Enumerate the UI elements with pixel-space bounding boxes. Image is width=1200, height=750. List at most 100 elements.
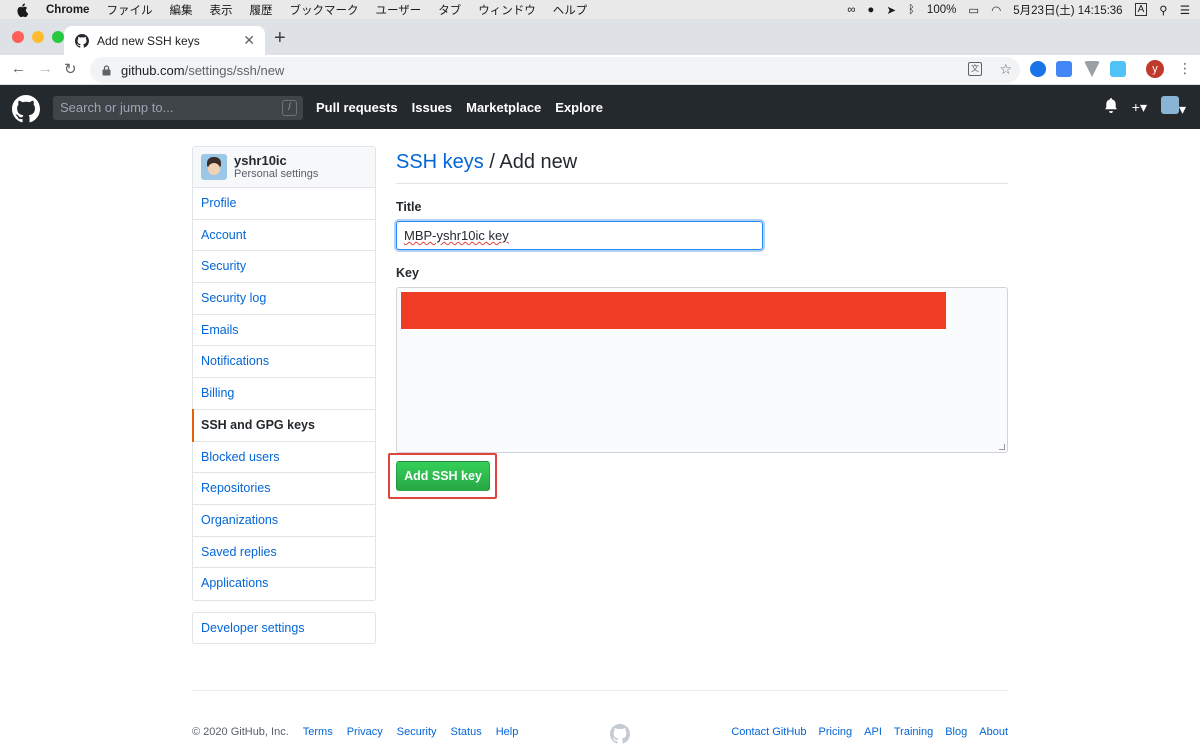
breadcrumb-current: / Add new <box>483 151 578 173</box>
notifications-bell-icon[interactable] <box>1104 98 1118 116</box>
menu-app-name[interactable]: Chrome <box>46 4 89 16</box>
title-input[interactable]: MBP-yshr10ic key <box>396 221 763 250</box>
breadcrumb-ssh-keys-link[interactable]: SSH keys <box>396 151 484 173</box>
clock[interactable]: 5月23日(土) 14:15:36 <box>1013 2 1122 18</box>
github-header: Search or jump to... / Pull requests Iss… <box>0 85 1200 129</box>
sidebar-item-applications[interactable]: Applications <box>193 568 375 600</box>
spotlight-icon[interactable]: ⚲ <box>1159 3 1167 17</box>
nav-explore[interactable]: Explore <box>555 100 603 115</box>
battery-icon[interactable]: ▭ <box>968 3 979 17</box>
close-window-button[interactable] <box>12 31 24 43</box>
menu-user[interactable]: ユーザー <box>375 2 421 18</box>
apple-icon[interactable] <box>16 2 32 17</box>
glasses-icon[interactable]: ∞ <box>847 4 855 16</box>
sync-icon[interactable]: ➤ <box>886 3 896 17</box>
new-tab-icon[interactable]: + <box>274 27 286 50</box>
resize-handle[interactable] <box>999 444 1005 450</box>
menu-history[interactable]: 履歴 <box>249 2 272 18</box>
back-icon[interactable]: ← <box>11 60 26 77</box>
sidebar-item-organizations[interactable]: Organizations <box>193 505 375 537</box>
menu-view[interactable]: 表示 <box>209 2 232 18</box>
minimize-window-button[interactable] <box>32 31 44 43</box>
github-search-input[interactable]: Search or jump to... / <box>53 96 303 120</box>
hat-icon[interactable]: ● <box>867 4 874 16</box>
sidebar-item-notifications[interactable]: Notifications <box>193 346 375 379</box>
create-new-plus-icon[interactable]: +▾ <box>1132 99 1147 116</box>
menu-tab[interactable]: タブ <box>438 2 461 18</box>
url-host: github.com <box>121 62 185 78</box>
sidebar-item-billing[interactable]: Billing <box>193 378 375 410</box>
zoom-window-button[interactable] <box>52 31 64 43</box>
forward-icon[interactable]: → <box>38 60 53 77</box>
extension-translate-icon[interactable] <box>1056 61 1072 77</box>
key-label: Key <box>396 266 419 280</box>
sidebar-item-saved-replies[interactable]: Saved replies <box>193 537 375 569</box>
nav-issues[interactable]: Issues <box>412 100 452 115</box>
nav-pull-requests[interactable]: Pull requests <box>316 100 398 115</box>
footer-link-terms[interactable]: Terms <box>303 726 333 738</box>
user-avatar[interactable] <box>201 154 227 180</box>
github-logo-icon[interactable] <box>12 95 40 123</box>
sidebar-item-developer-settings[interactable]: Developer settings <box>192 612 376 644</box>
sidebar-item-ssh-gpg-keys[interactable]: SSH and GPG keys <box>192 408 375 442</box>
footer-link-training[interactable]: Training <box>894 726 933 738</box>
sidebar-item-repositories[interactable]: Repositories <box>193 473 375 505</box>
footer-link-help[interactable]: Help <box>496 726 519 738</box>
footer-link-pricing[interactable]: Pricing <box>819 726 853 738</box>
menubar-status-area: ∞ ● ➤ ᛒ 100% ▭ ◠ 5月23日(土) 14:15:36 A ⚲ ☰ <box>847 0 1190 19</box>
sidebar-item-emails[interactable]: Emails <box>193 315 375 347</box>
wifi-icon[interactable]: ◠ <box>991 3 1001 17</box>
chrome-menu-icon[interactable]: ⋮ <box>1178 60 1192 77</box>
footer-link-contact[interactable]: Contact GitHub <box>731 726 806 738</box>
settings-sidebar: yshr10ic Personal settings Profile Accou… <box>192 146 376 601</box>
sidebar-item-security-log[interactable]: Security log <box>193 283 375 315</box>
user-menu-avatar[interactable]: ▾ <box>1160 96 1186 118</box>
footer-copyright: © 2020 GitHub, Inc. <box>192 726 289 738</box>
bookmark-star-icon[interactable]: ☆ <box>999 61 1012 78</box>
menu-help[interactable]: ヘルプ <box>553 2 588 18</box>
footer-link-security[interactable]: Security <box>397 726 437 738</box>
close-tab-icon[interactable]: ✕ <box>243 32 255 49</box>
menu-bookmarks[interactable]: ブックマーク <box>289 2 358 18</box>
sidebar-item-account[interactable]: Account <box>193 220 375 252</box>
footer-link-api[interactable]: API <box>864 726 882 738</box>
reload-icon[interactable]: ↻ <box>64 60 77 78</box>
nav-marketplace[interactable]: Marketplace <box>466 100 541 115</box>
battery-percent[interactable]: 100% <box>927 4 956 16</box>
address-bar[interactable]: github.com/settings/ssh/new 文 ☆ <box>90 57 1020 83</box>
extension-window-icon[interactable] <box>1110 61 1126 77</box>
menu-file[interactable]: ファイル <box>106 2 152 18</box>
footer-link-about[interactable]: About <box>979 726 1008 738</box>
footer-link-blog[interactable]: Blog <box>945 726 967 738</box>
sidebar-item-security[interactable]: Security <box>193 251 375 284</box>
sidebar-item-blocked-users[interactable]: Blocked users <box>193 442 375 474</box>
key-textarea[interactable] <box>396 287 1008 453</box>
menu-window[interactable]: ウィンドウ <box>478 2 536 18</box>
search-placeholder: Search or jump to... <box>60 100 174 115</box>
window-controls <box>12 31 64 43</box>
translate-icon[interactable]: 文 <box>968 62 982 76</box>
sidebar-item-profile[interactable]: Profile <box>193 188 375 220</box>
footer-link-privacy[interactable]: Privacy <box>347 726 383 738</box>
browser-tab-active[interactable]: Add new SSH keys ✕ <box>64 26 265 55</box>
footer-right: Contact GitHub Pricing API Training Blog… <box>731 726 1008 738</box>
lock-icon[interactable] <box>102 64 111 76</box>
extension-plus-icon[interactable] <box>1030 61 1046 77</box>
user-avatar-image <box>1160 96 1179 114</box>
profile-avatar[interactable]: y <box>1146 60 1164 78</box>
github-favicon-icon <box>75 33 89 48</box>
bluetooth-icon[interactable]: ᛒ <box>908 4 915 16</box>
sidebar-subtitle: Personal settings <box>234 167 319 180</box>
sidebar-username[interactable]: yshr10ic <box>234 154 318 167</box>
extension-vue-icon[interactable] <box>1084 61 1100 77</box>
footer-link-status[interactable]: Status <box>451 726 482 738</box>
control-center-icon[interactable]: ☰ <box>1180 3 1190 17</box>
add-ssh-key-button[interactable]: Add SSH key <box>396 461 490 491</box>
url-path: /settings/ssh/new <box>184 62 285 78</box>
footer-github-logo-icon[interactable] <box>610 724 630 744</box>
page-title: SSH keys / Add new <box>396 146 1008 184</box>
input-method-indicator[interactable]: A <box>1134 3 1148 16</box>
page-footer: © 2020 GitHub, Inc. Terms Privacy Securi… <box>192 690 1008 750</box>
menu-edit[interactable]: 編集 <box>169 2 192 18</box>
github-primary-nav: Pull requests Issues Marketplace Explore <box>316 85 603 129</box>
